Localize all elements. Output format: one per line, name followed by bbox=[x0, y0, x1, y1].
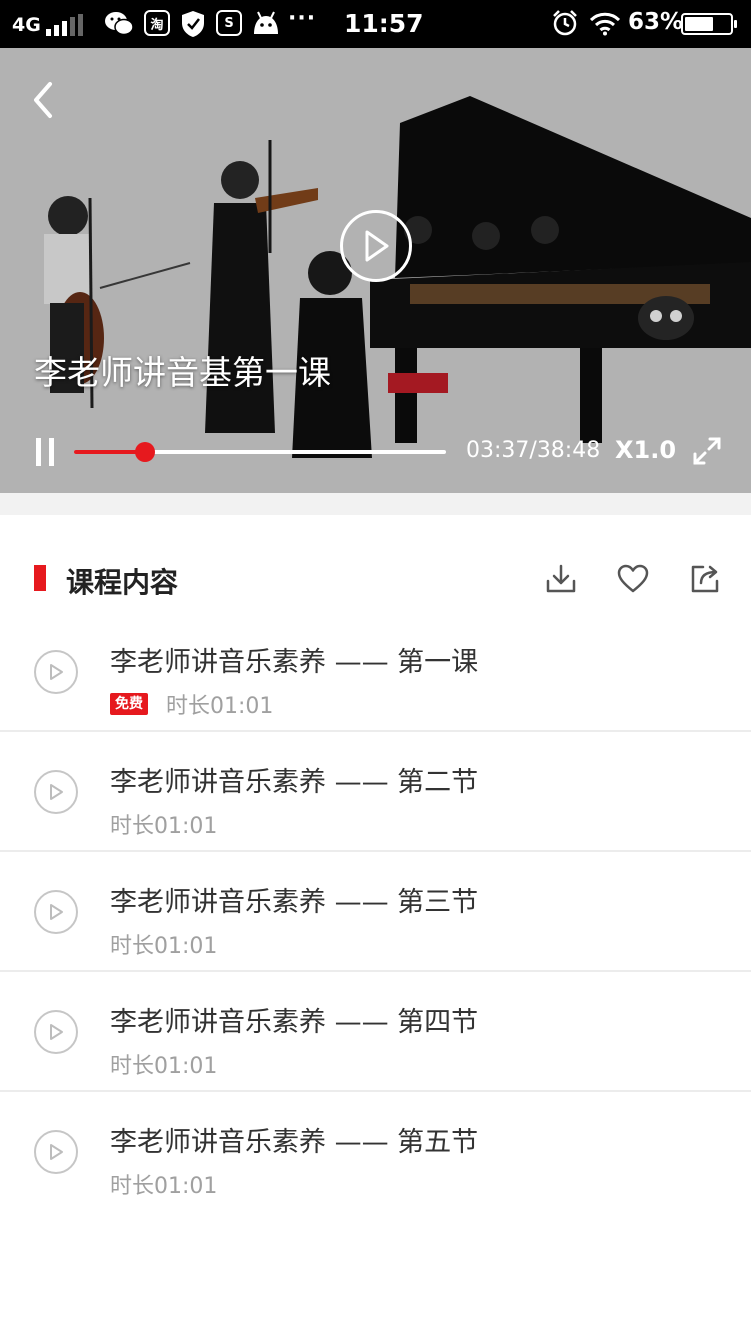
lesson-list: 李老师讲音乐素养 —— 第一课 免费 时长01:01 李老师讲音乐素养 —— 第… bbox=[0, 612, 751, 1212]
lesson-item[interactable]: 李老师讲音乐素养 —— 第四节 时长01:01 bbox=[0, 972, 751, 1092]
lesson-item[interactable]: 李老师讲音乐素养 —— 第三节 时长01:01 bbox=[0, 852, 751, 972]
course-content-header: 课程内容 bbox=[0, 545, 751, 611]
lesson-duration: 时长01:01 bbox=[110, 934, 218, 959]
android-icon bbox=[254, 11, 278, 34]
network-type: 4G bbox=[12, 14, 41, 36]
alarm-icon bbox=[553, 10, 577, 36]
video-player[interactable]: 李老师讲音基第一课 03:37/38:48 X1.0 bbox=[0, 48, 751, 493]
lesson-meta: 时长01:01 bbox=[110, 808, 217, 840]
lesson-play-icon[interactable] bbox=[34, 1010, 78, 1054]
lesson-item[interactable]: 李老师讲音乐素养 —— 第五节 时长01:01 bbox=[0, 1092, 751, 1212]
section-accent-mark bbox=[34, 565, 46, 591]
wifi-icon bbox=[590, 12, 620, 36]
lesson-meta: 时长01:01 bbox=[110, 1048, 217, 1080]
security-icon bbox=[182, 11, 204, 37]
progress-knob[interactable] bbox=[134, 442, 155, 462]
speed-button[interactable]: X1.0 bbox=[615, 436, 676, 464]
screenshot-icon: S bbox=[216, 10, 242, 36]
download-icon[interactable] bbox=[545, 563, 577, 595]
favorite-icon[interactable] bbox=[617, 563, 649, 595]
lesson-title: 李老师讲音乐素养 —— 第三节 bbox=[110, 887, 479, 918]
clock: 11:57 bbox=[344, 9, 424, 38]
lesson-duration: 时长01:01 bbox=[110, 1174, 218, 1199]
more-notifications: ··· bbox=[288, 6, 317, 31]
back-button[interactable] bbox=[28, 80, 62, 120]
fullscreen-icon[interactable] bbox=[692, 436, 722, 466]
status-bar: 4G 淘 S ··· 11:57 63% bbox=[0, 0, 751, 48]
pause-button[interactable] bbox=[34, 438, 56, 466]
taobao-icon: 淘 bbox=[144, 10, 170, 36]
lesson-meta: 时长01:01 bbox=[110, 928, 217, 960]
lesson-duration: 时长01:01 bbox=[166, 694, 274, 719]
notification-icons: 淘 S bbox=[104, 10, 280, 38]
play-icon bbox=[365, 230, 389, 262]
lesson-play-icon[interactable] bbox=[34, 770, 78, 814]
section-title: 课程内容 bbox=[66, 566, 179, 599]
center-play-button[interactable] bbox=[340, 210, 412, 282]
lesson-title: 李老师讲音乐素养 —— 第四节 bbox=[110, 1007, 479, 1038]
lesson-title: 李老师讲音乐素养 —— 第一课 bbox=[110, 647, 479, 678]
wechat-icon bbox=[105, 12, 134, 36]
battery-percent: 63% bbox=[628, 9, 684, 35]
lesson-title: 李老师讲音乐素养 —— 第五节 bbox=[110, 1127, 479, 1158]
lesson-play-icon[interactable] bbox=[34, 890, 78, 934]
lesson-duration: 时长01:01 bbox=[110, 1054, 218, 1079]
playback-time: 03:37/38:48 bbox=[466, 438, 601, 463]
lesson-play-icon[interactable] bbox=[34, 650, 78, 694]
lesson-item[interactable]: 李老师讲音乐素养 —— 第二节 时长01:01 bbox=[0, 732, 751, 852]
battery-icon bbox=[681, 13, 737, 35]
lesson-duration: 时长01:01 bbox=[110, 814, 218, 839]
lesson-play-icon[interactable] bbox=[34, 1130, 78, 1174]
section-divider bbox=[0, 493, 751, 515]
lesson-meta: 时长01:01 bbox=[110, 1168, 217, 1200]
lesson-meta: 免费 时长01:01 bbox=[110, 688, 273, 720]
free-badge: 免费 bbox=[110, 693, 148, 715]
signal-icon bbox=[46, 14, 83, 36]
video-title: 李老师讲音基第一课 bbox=[34, 353, 331, 392]
lesson-item[interactable]: 李老师讲音乐素养 —— 第一课 免费 时长01:01 bbox=[0, 612, 751, 732]
lesson-title: 李老师讲音乐素养 —— 第二节 bbox=[110, 767, 479, 798]
progress-bar[interactable] bbox=[74, 442, 446, 462]
share-icon[interactable] bbox=[689, 563, 721, 595]
